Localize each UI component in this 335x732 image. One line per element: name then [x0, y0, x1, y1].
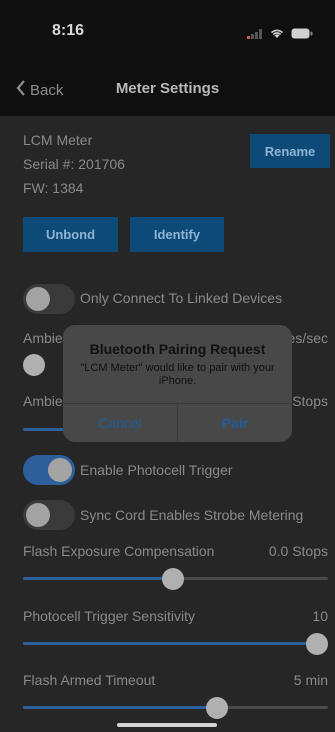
flash-compensation-value: 0.0 Stops — [268, 543, 328, 559]
meter-firmware: FW: 1384 — [23, 180, 84, 196]
sensitivity-label: Photocell Trigger Sensitivity — [23, 608, 195, 624]
home-indicator — [117, 723, 217, 727]
timeout-slider[interactable] — [23, 697, 328, 719]
timeout-value: 5 min — [293, 672, 328, 688]
meter-serial: Serial #: 201706 — [23, 156, 125, 172]
slider-fill — [23, 642, 317, 645]
ambient-setting-2-value: Stops — [292, 393, 328, 409]
meter-settings-screen: 8:16 Back Meter Settings LCM Meter Seria… — [0, 0, 335, 732]
photocell-trigger-label: Enable Photocell Trigger — [80, 462, 233, 478]
unbond-button[interactable]: Unbond — [23, 217, 118, 252]
slider-fill — [23, 706, 217, 709]
meter-name: LCM Meter — [23, 132, 93, 148]
ambient-setting-2-label: Ambie — [23, 393, 63, 409]
cancel-button[interactable]: Cancel — [63, 404, 177, 442]
photocell-trigger-toggle[interactable] — [23, 455, 75, 485]
slider-thumb[interactable] — [23, 354, 45, 376]
battery-icon — [291, 26, 313, 44]
sync-cord-toggle[interactable] — [23, 500, 75, 530]
slider-thumb[interactable] — [162, 568, 184, 590]
toggle-knob — [48, 458, 72, 482]
slider-fill — [23, 577, 173, 580]
page-title: Meter Settings — [115, 80, 220, 97]
flash-compensation-slider[interactable] — [23, 568, 328, 590]
pair-button[interactable]: Pair — [178, 404, 292, 442]
status-bar: 8:16 — [0, 0, 335, 64]
slider-thumb[interactable] — [206, 697, 228, 719]
sync-cord-label: Sync Cord Enables Strobe Metering — [80, 507, 304, 523]
status-time: 8:16 — [52, 22, 85, 39]
sensitivity-value: 10 — [312, 608, 328, 624]
navigation-bar: Back Meter Settings — [0, 64, 335, 116]
timeout-label: Flash Armed Timeout — [23, 672, 156, 688]
flash-compensation-label: Flash Exposure Compensation — [23, 543, 215, 559]
only-connect-toggle[interactable] — [23, 284, 75, 314]
sensitivity-slider[interactable] — [23, 633, 328, 655]
toggle-knob — [26, 287, 50, 311]
ambient-setting-1-value: es/sec — [287, 330, 328, 346]
only-connect-label: Only Connect To Linked Devices — [80, 290, 283, 306]
signal-icon — [247, 26, 263, 44]
wifi-icon — [270, 26, 284, 44]
dialog-message: "LCM Meter" would like to pair with your… — [80, 362, 275, 387]
ambient-setting-1-label: Ambie — [23, 330, 63, 346]
toggle-knob — [26, 503, 50, 527]
dialog-title: Bluetooth Pairing Request — [89, 341, 266, 357]
bluetooth-pairing-dialog: Bluetooth Pairing Request "LCM Meter" wo… — [63, 325, 292, 442]
identify-button[interactable]: Identify — [130, 217, 224, 252]
slider-thumb[interactable] — [306, 633, 328, 655]
rename-button[interactable]: Rename — [250, 134, 330, 168]
status-icons — [247, 26, 313, 44]
